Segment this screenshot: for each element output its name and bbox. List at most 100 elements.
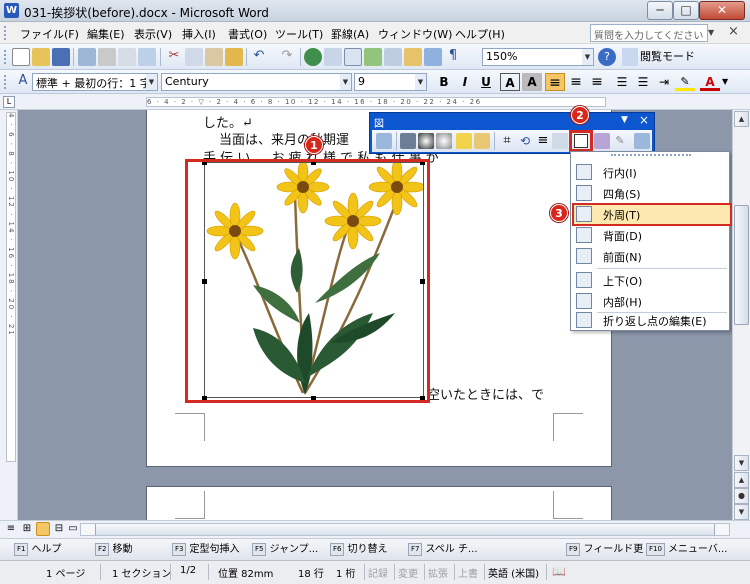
indent-icon[interactable]: ⇥ (654, 73, 674, 91)
compress-pictures-icon[interactable] (552, 133, 568, 149)
line-style-icon[interactable]: ≡ (535, 133, 551, 149)
paste-icon[interactable] (205, 48, 223, 66)
doc-line[interactable]: 空いたときには、で (427, 384, 544, 403)
close-window-button[interactable]: ✕ (699, 1, 745, 20)
chevron-down-icon[interactable]: ▼ (415, 74, 426, 90)
chevron-down-icon[interactable]: ▼ (582, 49, 593, 65)
crop-icon[interactable]: ⌗ (499, 133, 515, 149)
menu-edit[interactable]: 編集(E) (87, 26, 125, 42)
web-layout-icon[interactable]: ⊞ (20, 522, 34, 536)
horizontal-scrollbar[interactable] (80, 523, 730, 536)
font-size-select[interactable]: 9 ▼ (354, 73, 427, 91)
menubar-grip[interactable] (4, 26, 8, 40)
fkey-f5[interactable]: F5 ジャンプ... (252, 542, 318, 558)
tab-selector[interactable]: L (3, 96, 15, 108)
toolbar-grip[interactable] (4, 50, 8, 64)
toolbar-grip[interactable] (4, 75, 8, 89)
horizontal-ruler[interactable]: L 6 · 4 · 2 · ▽ · 2 · 4 · 6 · 8 · 10 · 1… (0, 94, 750, 110)
print-icon[interactable] (98, 48, 116, 66)
vertical-scrollbar[interactable]: ▲ ▼ ▲ ● ▼ (732, 110, 750, 520)
less-contrast-icon[interactable] (436, 133, 452, 149)
open-folder-icon[interactable] (32, 48, 50, 66)
chevron-down-icon[interactable]: ▼ (146, 74, 157, 90)
columns-icon[interactable] (384, 48, 402, 66)
permission-icon[interactable] (78, 48, 96, 66)
italic-button[interactable]: I (455, 73, 475, 91)
less-brightness-icon[interactable] (474, 133, 490, 149)
font-color-dropdown-icon[interactable]: ▼ (722, 77, 728, 86)
wrap-top-bottom-item[interactable]: 上下(O) (573, 270, 729, 291)
close-icon[interactable]: × (639, 113, 649, 127)
insert-excel-icon[interactable] (364, 48, 382, 66)
scrollbar-thumb[interactable] (734, 205, 749, 325)
bullets-icon[interactable]: ☰ (633, 73, 653, 91)
undo-icon[interactable]: ↶ (250, 48, 268, 66)
document-page-2[interactable] (146, 486, 612, 520)
spelling-icon[interactable] (138, 48, 156, 66)
menu-tools[interactable]: ツール(T) (275, 26, 323, 42)
wrap-behind-item[interactable]: 背面(D) (573, 225, 729, 246)
bold-button[interactable]: B (434, 73, 454, 91)
char-border-button[interactable]: A (500, 73, 520, 91)
maximize-button[interactable]: □ (673, 1, 699, 20)
wrap-square-item[interactable]: 四角(S) (573, 183, 729, 204)
highlight-icon[interactable]: ✎ (675, 73, 695, 91)
edit-wrap-points-item[interactable]: 折り返し点の編集(E) (573, 310, 729, 331)
fkey-f2[interactable]: F2 移動 (95, 542, 132, 558)
insert-table-icon[interactable] (344, 48, 362, 66)
save-icon[interactable] (52, 48, 70, 66)
style-select[interactable]: 標準 + 最初の行：1 字 ▼ (32, 73, 158, 91)
reset-picture-icon[interactable] (634, 133, 650, 149)
status-ext[interactable]: 拡張 (428, 565, 448, 580)
previous-page-icon[interactable]: ▲ (734, 472, 749, 488)
font-select[interactable]: Century ▼ (161, 73, 352, 91)
document-close-icon[interactable]: × (728, 24, 739, 39)
zoom-select[interactable]: 150% ▼ (482, 48, 594, 66)
print-preview-icon[interactable] (118, 48, 136, 66)
menu-window[interactable]: ウィンドウ(W) (378, 26, 452, 42)
help-icon[interactable]: ? (598, 48, 616, 66)
underline-button[interactable]: U (476, 73, 496, 91)
menu-format[interactable]: 書式(O) (228, 26, 267, 42)
more-brightness-icon[interactable] (456, 133, 472, 149)
rotate-left-icon[interactable]: ⟲ (517, 133, 533, 149)
format-painter-icon[interactable] (225, 48, 243, 66)
char-shading-button[interactable]: A (522, 73, 542, 91)
picture-toolbar-title[interactable]: 図 (374, 115, 384, 130)
text-wrapping-button[interactable] (569, 130, 593, 152)
hyperlink-icon[interactable] (304, 48, 322, 66)
reading-mode-button[interactable]: 閲覧モード(R) (622, 48, 702, 81)
fkey-f1[interactable]: F1 ヘルプ (14, 542, 61, 558)
menu-file[interactable]: ファイル(F) (20, 26, 79, 42)
align-center-icon[interactable]: ≡ (566, 73, 586, 91)
fkey-f3[interactable]: F3 定型句挿入 (172, 542, 239, 558)
horizontal-scrollbar-thumb[interactable] (95, 524, 715, 535)
format-picture-icon[interactable] (594, 133, 610, 149)
menu-insert[interactable]: 挿入(I) (182, 26, 216, 42)
toolbar-options-icon[interactable]: ▼ (621, 115, 628, 125)
vertical-ruler[interactable]: 4 · 6 · 8 · 10 · 12 · 14 · 16 · 18 · 20 … (0, 110, 18, 520)
wrap-inline-item[interactable]: 行内(I) (573, 162, 729, 183)
status-trk[interactable]: 変更 (398, 565, 418, 580)
color-icon[interactable] (400, 133, 416, 149)
fkey-f9[interactable]: F9 フィールド更 (566, 542, 643, 558)
menu-table[interactable]: 罫線(A) (331, 26, 369, 42)
insert-picture-icon[interactable] (376, 133, 392, 149)
copy-icon[interactable] (185, 48, 203, 66)
outline-view-icon[interactable]: ⊟ (52, 522, 66, 536)
menu-grip[interactable] (611, 154, 691, 158)
font-color-button[interactable]: A (700, 73, 720, 91)
styles-formatting-icon[interactable]: A (14, 73, 32, 91)
word-app-icon[interactable]: W (4, 3, 19, 18)
scroll-down-icon[interactable]: ▼ (734, 455, 749, 471)
next-page-icon[interactable]: ▼ (734, 504, 749, 520)
minimize-button[interactable]: ─ (647, 1, 673, 20)
fkey-f10[interactable]: F10 メニューバ... (646, 542, 727, 558)
scroll-up-icon[interactable]: ▲ (734, 111, 749, 127)
menu-help[interactable]: ヘルプ(H) (455, 26, 505, 42)
drawing-icon[interactable] (404, 48, 422, 66)
help-dropdown-icon[interactable]: ▼ (708, 28, 714, 37)
more-contrast-icon[interactable] (418, 133, 434, 149)
document-map-icon[interactable] (424, 48, 442, 66)
align-justify-icon[interactable]: ≡ (545, 73, 565, 91)
